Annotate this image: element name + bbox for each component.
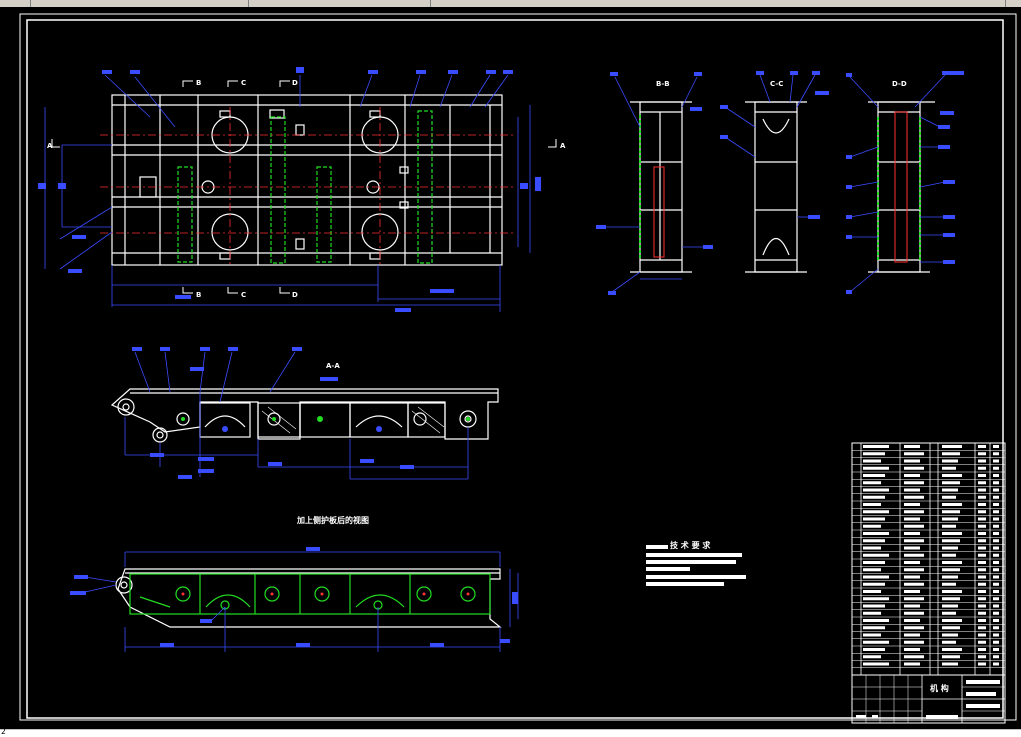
section-title-d-d: D-D <box>892 80 907 88</box>
plan-view: B C D B C D A A <box>38 67 566 312</box>
technical-requirements: 技 术 要 求 <box>646 540 746 586</box>
parts-list-table <box>851 442 1006 676</box>
section-view-b: B-B <box>596 72 713 295</box>
status-glyph: 2 <box>1 727 6 736</box>
title-block: 机 构 <box>851 674 1006 724</box>
section-label-b-top: B <box>196 79 201 87</box>
section-label-d-bottom: D <box>292 291 298 299</box>
section-label-a-left: A <box>47 142 53 150</box>
section-label-b-bottom: B <box>196 291 201 299</box>
bottom-view: 加上侧护板后的视图 <box>70 515 519 652</box>
tech-requirements-title: 技 术 要 求 <box>670 540 711 550</box>
section-title-c-c: C-C <box>770 80 783 88</box>
cad-window: B C D B C D A A B-B C-C D-D A-A 加上侧护板后的视… <box>0 0 1021 737</box>
side-view-a-a: A-A <box>110 347 499 480</box>
section-label-c-bottom: C <box>241 291 246 299</box>
cad-drawing: B C D B C D A A B-B C-C D-D A-A 加上侧护板后的视… <box>19 13 1017 724</box>
section-label-c-top: C <box>241 79 246 87</box>
title-block-caption: 机 构 <box>930 683 949 693</box>
section-title-a-a: A-A <box>326 362 340 370</box>
section-label-a-right: A <box>560 142 566 150</box>
section-title-b-b: B-B <box>656 80 670 88</box>
section-view-c: C-C <box>720 71 829 273</box>
section-label-d-top: D <box>292 79 298 87</box>
bottom-view-title: 加上侧护板后的视图 <box>296 515 369 525</box>
drawing-canvas[interactable]: B C D B C D A A B-B C-C D-D A-A 加上侧护板后的视… <box>0 7 1021 729</box>
section-view-d: D-D <box>846 71 964 294</box>
